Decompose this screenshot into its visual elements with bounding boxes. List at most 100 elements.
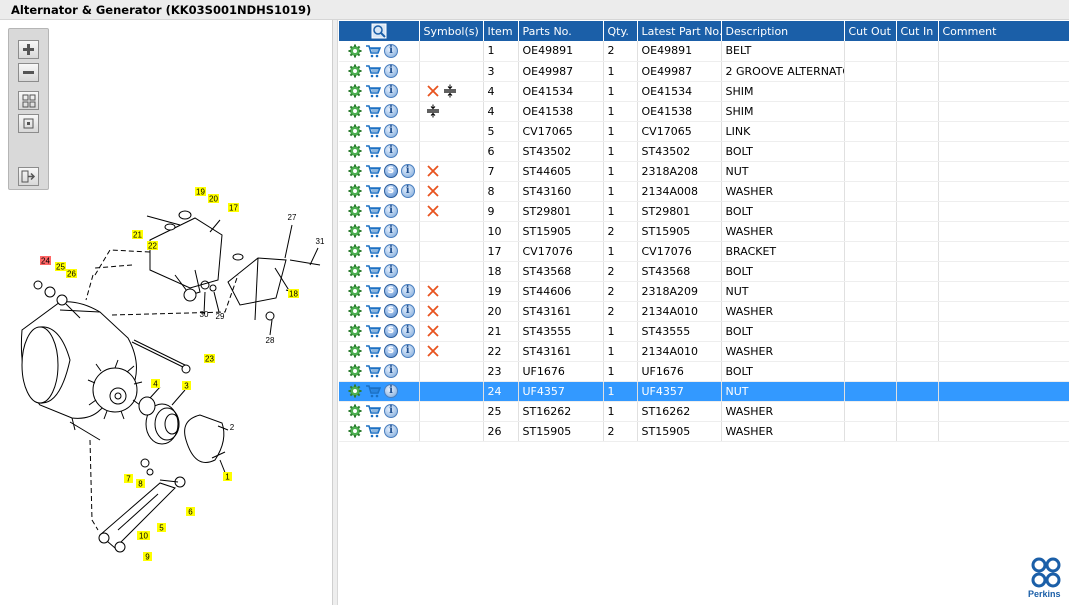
add-to-cart-icon[interactable]: [365, 44, 381, 58]
supersession-icon[interactable]: S: [384, 184, 398, 198]
add-to-cart-icon[interactable]: [365, 384, 381, 398]
add-to-cart-icon[interactable]: [365, 364, 381, 378]
table-row[interactable]: i 23 UF1676 1 UF1676 BOLT: [339, 361, 1069, 382]
add-to-cart-icon[interactable]: [365, 244, 381, 258]
add-to-cart-icon[interactable]: [365, 84, 381, 98]
callout-18[interactable]: 18: [289, 290, 298, 299]
table-row[interactable]: i 26 ST15905 2 ST15905 WASHER: [339, 421, 1069, 442]
callout-3[interactable]: 3: [184, 382, 189, 391]
table-row[interactable]: Si 7 ST44605 1 2318A208 NUT: [339, 161, 1069, 182]
add-to-cart-icon[interactable]: [365, 104, 381, 118]
table-row[interactable]: Si 22 ST43161 1 2134A010 WASHER: [339, 341, 1069, 362]
info-icon[interactable]: i: [400, 344, 415, 358]
info-icon[interactable]: i: [384, 244, 398, 258]
callout-30[interactable]: 30: [200, 310, 209, 319]
table-row[interactable]: Si 19 ST44606 2 2318A209 NUT: [339, 281, 1069, 302]
callout-23[interactable]: 23: [205, 355, 214, 364]
add-to-cart-icon[interactable]: [365, 184, 381, 198]
callout-28[interactable]: 28: [266, 336, 275, 345]
zoom-in-button[interactable]: [18, 40, 39, 59]
info-icon[interactable]: i: [400, 324, 415, 338]
column-header-symbols[interactable]: Symbol(s): [419, 21, 484, 41]
add-to-cart-icon[interactable]: [365, 424, 381, 438]
callout-31[interactable]: 31: [316, 237, 325, 246]
table-row[interactable]: i 6 ST43502 1 ST43502 BOLT: [339, 141, 1069, 162]
info-icon[interactable]: i: [384, 424, 398, 438]
exploded-parts-diagram[interactable]: 24 25 26 19 20 17 21 22 27 31 18 30 29 2…: [0, 160, 333, 580]
supersession-icon[interactable]: S: [384, 304, 398, 318]
fit-all-button[interactable]: [18, 91, 39, 110]
info-icon[interactable]: i: [400, 164, 415, 178]
callout-21[interactable]: 21: [133, 231, 142, 240]
column-header-parts-no[interactable]: Parts No.: [518, 21, 604, 41]
info-icon[interactable]: i: [384, 264, 398, 278]
callout-19[interactable]: 19: [196, 188, 205, 197]
add-to-cart-icon[interactable]: [365, 144, 381, 158]
callout-26[interactable]: 26: [67, 270, 76, 279]
table-row[interactable]: Si 8 ST43160 1 2134A008 WASHER: [339, 181, 1069, 202]
info-icon[interactable]: i: [384, 104, 398, 118]
info-icon[interactable]: i: [400, 284, 415, 298]
table-row[interactable]: i 1 OE49891 2 OE49891 BELT: [339, 41, 1069, 62]
table-row[interactable]: i 4 OE41538 1 OE41538 SHIM: [339, 101, 1069, 122]
column-header-item[interactable]: Item: [483, 21, 519, 41]
info-icon[interactable]: i: [400, 184, 415, 198]
details-gear-icon[interactable]: [348, 404, 362, 418]
info-icon[interactable]: i: [384, 224, 398, 238]
supersession-icon[interactable]: S: [384, 324, 398, 338]
details-gear-icon[interactable]: [348, 84, 362, 98]
details-gear-icon[interactable]: [348, 244, 362, 258]
callout-1[interactable]: 1: [225, 473, 230, 482]
add-to-cart-icon[interactable]: [365, 64, 381, 78]
column-header-latest-part-no[interactable]: Latest Part No.: [637, 21, 722, 41]
details-gear-icon[interactable]: [348, 204, 362, 218]
column-header-qty[interactable]: Qty.: [603, 21, 638, 41]
add-to-cart-icon[interactable]: [365, 344, 381, 358]
add-to-cart-icon[interactable]: [365, 304, 381, 318]
add-to-cart-icon[interactable]: [365, 204, 381, 218]
details-gear-icon[interactable]: [348, 224, 362, 238]
column-header-cut-in[interactable]: Cut In: [896, 21, 939, 41]
callout-17[interactable]: 17: [229, 204, 238, 213]
info-icon[interactable]: i: [384, 64, 398, 78]
fit-box-button[interactable]: [18, 114, 39, 133]
callout-25[interactable]: 25: [56, 263, 65, 272]
info-icon[interactable]: i: [384, 404, 398, 418]
details-gear-icon[interactable]: [348, 284, 362, 298]
info-icon[interactable]: i: [384, 144, 398, 158]
column-header-actions[interactable]: [339, 21, 420, 41]
callout-5[interactable]: 5: [159, 524, 164, 533]
table-row[interactable]: Si 21 ST43555 1 ST43555 BOLT: [339, 321, 1069, 342]
add-to-cart-icon[interactable]: [365, 324, 381, 338]
details-gear-icon[interactable]: [348, 164, 362, 178]
callout-24[interactable]: 24: [41, 257, 50, 266]
add-to-cart-icon[interactable]: [365, 224, 381, 238]
details-gear-icon[interactable]: [348, 184, 362, 198]
callout-27[interactable]: 27: [288, 213, 297, 222]
callout-7[interactable]: 7: [126, 475, 131, 484]
pane-splitter[interactable]: [333, 20, 338, 605]
supersession-icon[interactable]: S: [384, 164, 398, 178]
details-gear-icon[interactable]: [348, 424, 362, 438]
details-gear-icon[interactable]: [348, 104, 362, 118]
info-icon[interactable]: i: [384, 43, 398, 58]
callout-2[interactable]: 2: [230, 423, 235, 432]
details-gear-icon[interactable]: [348, 264, 362, 278]
supersession-icon[interactable]: S: [384, 344, 398, 358]
details-gear-icon[interactable]: [348, 44, 362, 58]
details-gear-icon[interactable]: [348, 144, 362, 158]
callout-4[interactable]: 4: [153, 380, 158, 389]
details-gear-icon[interactable]: [348, 344, 362, 358]
column-header-comment[interactable]: Comment: [938, 21, 1069, 41]
details-gear-icon[interactable]: [348, 324, 362, 338]
table-row[interactable]: i 5 CV17065 1 CV17065 LINK: [339, 121, 1069, 142]
details-gear-icon[interactable]: [348, 304, 362, 318]
callout-10[interactable]: 10: [139, 532, 148, 541]
add-to-cart-icon[interactable]: [365, 164, 381, 178]
column-header-cut-out[interactable]: Cut Out: [844, 21, 897, 41]
table-row[interactable]: Si 20 ST43161 2 2134A010 WASHER: [339, 301, 1069, 322]
add-to-cart-icon[interactable]: [365, 404, 381, 418]
details-gear-icon[interactable]: [348, 364, 362, 378]
view-search-icon[interactable]: [371, 23, 387, 39]
callout-8[interactable]: 8: [138, 480, 143, 489]
